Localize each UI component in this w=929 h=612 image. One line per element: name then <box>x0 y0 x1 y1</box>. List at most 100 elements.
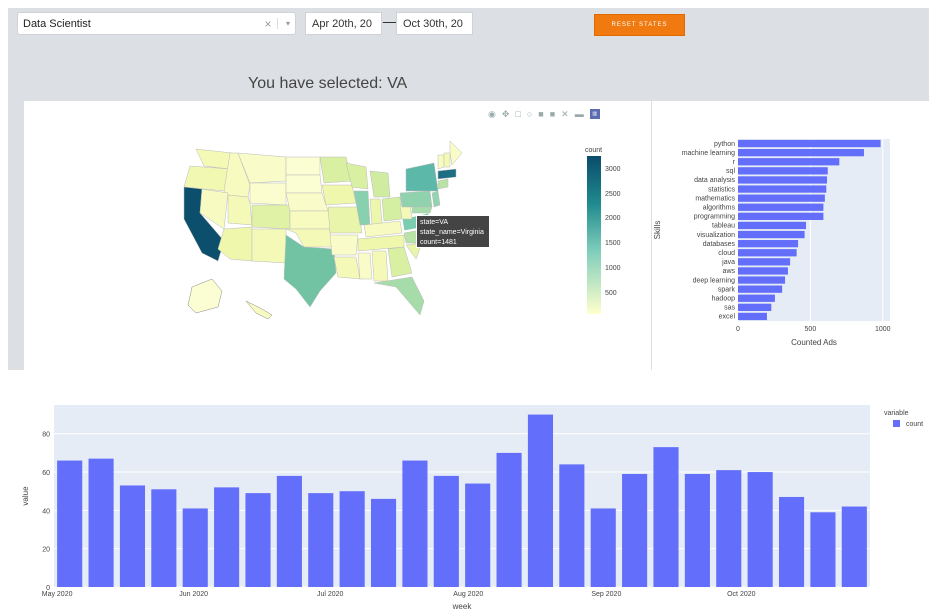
state-la[interactable] <box>333 256 361 280</box>
state-wy[interactable] <box>249 182 287 206</box>
state-md[interactable] <box>411 206 433 214</box>
reset-axes-icon[interactable]: ✕ <box>561 108 569 120</box>
zoom-out-icon[interactable]: ■ <box>550 108 555 120</box>
state-ia[interactable] <box>321 184 357 206</box>
state-mo[interactable] <box>327 206 363 234</box>
state-pa[interactable] <box>399 190 433 208</box>
state-ks[interactable] <box>289 210 331 230</box>
plot-modebar: ◉ ✥ □ ○ ■ ■ ✕ ▬ ▥ <box>488 108 600 120</box>
selected-state-title: You have selected: VA <box>248 75 408 92</box>
state-mn[interactable] <box>319 156 353 184</box>
tooltip-state-name: state_name=Virginia <box>420 229 484 236</box>
state-vt[interactable] <box>437 154 445 170</box>
bar <box>738 185 827 193</box>
us-choropleth-map[interactable]: count 3000 2500 2000 1500 1000 500 <box>24 101 633 370</box>
y-tick-label: visualization <box>697 232 735 239</box>
state-co[interactable] <box>251 204 291 230</box>
y-axis-title: value <box>21 486 30 506</box>
bar <box>433 475 459 587</box>
bar <box>747 472 773 587</box>
bar <box>738 267 788 275</box>
state-ny[interactable] <box>405 162 439 192</box>
map-hover-tooltip: state=VA state_name=Virginia count=1481 <box>416 215 490 248</box>
bar <box>119 485 146 587</box>
dashboard: Data Scientist × ▾ Apr 20th, 20 ⟶ Oct 30… <box>0 0 929 612</box>
state-in[interactable] <box>369 198 383 226</box>
state-or[interactable] <box>183 165 231 192</box>
x-axis-title: Counted Ads <box>791 338 837 347</box>
state-nm[interactable] <box>251 228 287 264</box>
state-ms[interactable] <box>357 252 373 280</box>
y-tick-label: r <box>733 159 736 166</box>
state-az[interactable] <box>217 226 253 262</box>
home-icon[interactable]: ▬ <box>575 108 584 120</box>
state-al[interactable] <box>371 250 389 282</box>
state-ar[interactable] <box>329 234 359 256</box>
y-tick-label: spark <box>718 286 736 293</box>
bar <box>841 506 867 587</box>
bar <box>214 487 240 587</box>
y-tick-label: statistics <box>708 186 735 193</box>
zoom-in-icon[interactable]: ■ <box>538 108 543 120</box>
colorbar-tick: 1000 <box>605 265 621 272</box>
bar <box>308 493 334 587</box>
colorbar-tick: 2500 <box>605 191 621 198</box>
y-tick-label: 60 <box>42 470 50 477</box>
y-tick-label: hadoop <box>712 296 735 303</box>
state-ga[interactable] <box>387 246 413 278</box>
bar <box>496 452 522 587</box>
plot-background <box>738 139 890 321</box>
bar <box>684 473 710 587</box>
end-date-input[interactable]: Oct 30th, 20 <box>396 12 473 35</box>
state-ne[interactable] <box>285 192 329 212</box>
bar <box>738 249 797 257</box>
state-sd[interactable] <box>285 174 323 194</box>
chevron-down-icon[interactable]: ▾ <box>281 19 295 28</box>
state-wa[interactable] <box>195 148 233 170</box>
y-axis-title: Skills <box>653 221 662 240</box>
state-fl[interactable] <box>373 276 425 316</box>
colorbar-ticks: 3000 2500 2000 1500 1000 500 <box>605 166 621 297</box>
bar <box>738 303 772 311</box>
lasso-icon[interactable]: ○ <box>527 108 532 120</box>
job-title-value: Data Scientist <box>23 17 91 30</box>
start-date-input[interactable]: Apr 20th, 20 <box>305 12 382 35</box>
state-nh[interactable] <box>443 152 451 168</box>
state-me[interactable] <box>449 140 463 166</box>
bar <box>276 475 302 587</box>
pan-icon[interactable]: ✥ <box>502 108 510 120</box>
box-select-icon[interactable]: □ <box>515 108 520 120</box>
reset-states-button[interactable]: RESET STATES <box>594 14 685 36</box>
plotly-logo-icon[interactable]: ▥ <box>589 109 600 119</box>
colorbar <box>587 156 601 314</box>
y-tick-label: python <box>714 141 735 148</box>
job-title-dropdown[interactable]: Data Scientist × ▾ <box>17 12 296 35</box>
state-hi[interactable] <box>245 300 273 320</box>
state-nd[interactable] <box>285 156 321 176</box>
state-ut[interactable] <box>227 194 253 226</box>
tooltip-count: count=1481 <box>420 239 457 246</box>
y-tick-label: 40 <box>42 508 50 515</box>
state-oh[interactable] <box>381 196 403 222</box>
panel-gap <box>633 101 651 370</box>
clear-icon[interactable]: × <box>262 17 274 31</box>
bar <box>716 470 742 587</box>
y-tick-label: 80 <box>42 432 50 439</box>
state-ct[interactable] <box>437 178 449 190</box>
skills-bar-chart[interactable]: 0 500 1000 python machine learning r sql data a… <box>652 101 929 370</box>
y-tick-label: excel <box>719 314 736 321</box>
bar <box>738 230 805 239</box>
bar <box>738 240 799 248</box>
x-tick-label: Jul 2020 <box>317 591 344 598</box>
state-nj[interactable] <box>431 190 441 208</box>
legend-title: variable <box>884 410 909 417</box>
state-ak[interactable] <box>187 278 223 314</box>
bar <box>738 139 881 148</box>
bar <box>653 447 679 587</box>
weekly-bar-chart[interactable]: 020406080May 2020 Jun 2020 Jul 2020 Aug 202… <box>0 392 929 612</box>
y-tick-label: cloud <box>718 250 735 257</box>
weekly-chart-panel: 0 20 40 60 80 May 2020 Jun 2020 Jul 2020 Aug 202… <box>0 392 929 612</box>
state-ma[interactable] <box>437 168 457 180</box>
camera-icon[interactable]: ◉ <box>488 108 496 120</box>
state-mi[interactable] <box>369 170 391 198</box>
